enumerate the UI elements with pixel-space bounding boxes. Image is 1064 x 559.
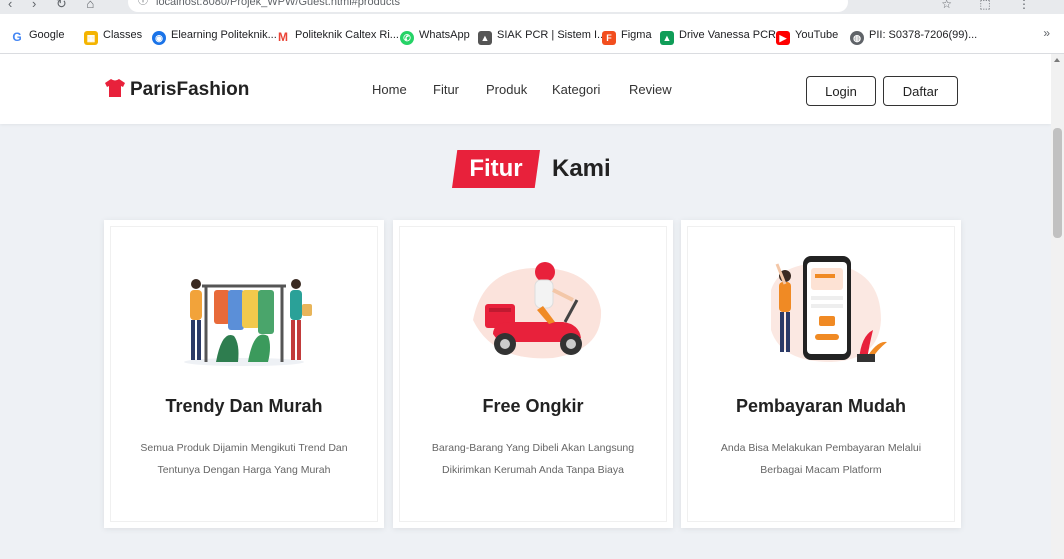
whatsapp-icon: ✆	[400, 31, 414, 45]
nav-link-produk[interactable]: Produk	[486, 82, 527, 97]
mobile-payment-illustration	[771, 256, 887, 362]
feature-title: Pembayaran Mudah	[735, 396, 907, 416]
bookmark-politeknik[interactable]: M Politeknik Caltex Ri...	[276, 26, 399, 44]
youtube-icon: ▶	[776, 31, 790, 45]
nav-link-kategori[interactable]: Kategori	[552, 82, 600, 97]
feature-description: Semua Produk Dijamin Mengikuti Trend Dan…	[140, 442, 348, 476]
bookmark-google[interactable]: G Google	[10, 26, 64, 44]
feature-card-trendy: Trendy Dan Murah Semua Produk Dijamin Me…	[104, 220, 384, 528]
bookmark-whatsapp[interactable]: ✆ WhatsApp	[400, 26, 470, 45]
tshirt-icon	[105, 79, 125, 97]
feature-description: Anda Bisa Melakukan Pembayaran Melalui B…	[720, 442, 922, 476]
bookmark-figma[interactable]: F Figma	[602, 26, 652, 45]
nav-link-fitur[interactable]: Fitur	[433, 82, 459, 97]
bookmark-pii[interactable]: ◍ PII: S0378-7206(99)...	[850, 26, 977, 45]
login-button[interactable]: Login	[806, 76, 876, 106]
brand-name: ParisFashion	[130, 79, 250, 100]
feature-card-free-shipping: Free Ongkir Barang-Barang Yang Dibeli Ak…	[393, 220, 673, 528]
page-scrollbar[interactable]	[1051, 54, 1064, 559]
gmail-icon: M	[276, 30, 290, 44]
bookmark-youtube[interactable]: ▶ YouTube	[776, 26, 838, 45]
browser-action-icons[interactable]: ☆ ⬚ ⋮	[941, 0, 1042, 11]
feature-card-easy-payment: Pembayaran Mudah Anda Bisa Melakukan Pem…	[681, 220, 961, 528]
info-icon: ⓘ	[138, 0, 148, 7]
browser-nav-buttons[interactable]: ‹ › ↻ ⌂	[8, 0, 102, 12]
register-button[interactable]: Daftar	[883, 76, 958, 106]
nav-link-review[interactable]: Review	[629, 82, 672, 97]
brand-logo[interactable]: ParisFashion	[104, 78, 249, 101]
site-navbar: ParisFashion Home Fitur Produk Kategori …	[0, 54, 1051, 124]
section-title-rest: Kami	[544, 150, 616, 188]
feature-title: Free Ongkir	[482, 396, 584, 416]
delivery-scooter-illustration	[473, 262, 602, 359]
elearning-icon: ◉	[152, 31, 166, 45]
page-viewport: ParisFashion Home Fitur Produk Kategori …	[0, 54, 1051, 559]
scroll-up-arrow-icon[interactable]	[1054, 58, 1060, 62]
browser-toolbar: ‹ › ↻ ⌂ ⓘ localhost:8080/Projek_WPW/Gues…	[0, 0, 1064, 14]
globe-icon: ◍	[850, 31, 864, 45]
bookmarks-bar: G Google ▦ Classes ◉ Elearning Politeknik..…	[0, 14, 1064, 54]
address-bar[interactable]: ⓘ localhost:8080/Projek_WPW/Guest.html#p…	[128, 0, 848, 12]
bookmark-elearning[interactable]: ◉ Elearning Politeknik...	[152, 26, 277, 45]
scrollbar-thumb[interactable]	[1053, 128, 1062, 238]
figma-icon: F	[602, 31, 616, 45]
drive-icon: ▲	[660, 31, 674, 45]
feature-description: Barang-Barang Yang Dibeli Akan Langsung …	[431, 442, 635, 476]
classes-icon: ▦	[84, 31, 98, 45]
google-icon: G	[10, 30, 24, 44]
bookmark-siak[interactable]: ▲ SIAK PCR | Sistem I...	[478, 26, 606, 45]
bookmark-classes[interactable]: ▦ Classes	[84, 26, 142, 45]
address-text: localhost:8080/Projek_WPW/Guest.html#pro…	[156, 0, 400, 8]
siak-icon: ▲	[478, 31, 492, 45]
section-title-highlight: Fitur	[452, 150, 540, 188]
bookmark-drive[interactable]: ▲ Drive Vanessa PCR	[660, 26, 776, 45]
clothing-rack-illustration	[184, 279, 312, 366]
feature-title: Trendy Dan Murah	[165, 396, 323, 416]
bookmarks-more-button[interactable]: »	[1043, 26, 1050, 40]
nav-link-home[interactable]: Home	[372, 82, 407, 97]
